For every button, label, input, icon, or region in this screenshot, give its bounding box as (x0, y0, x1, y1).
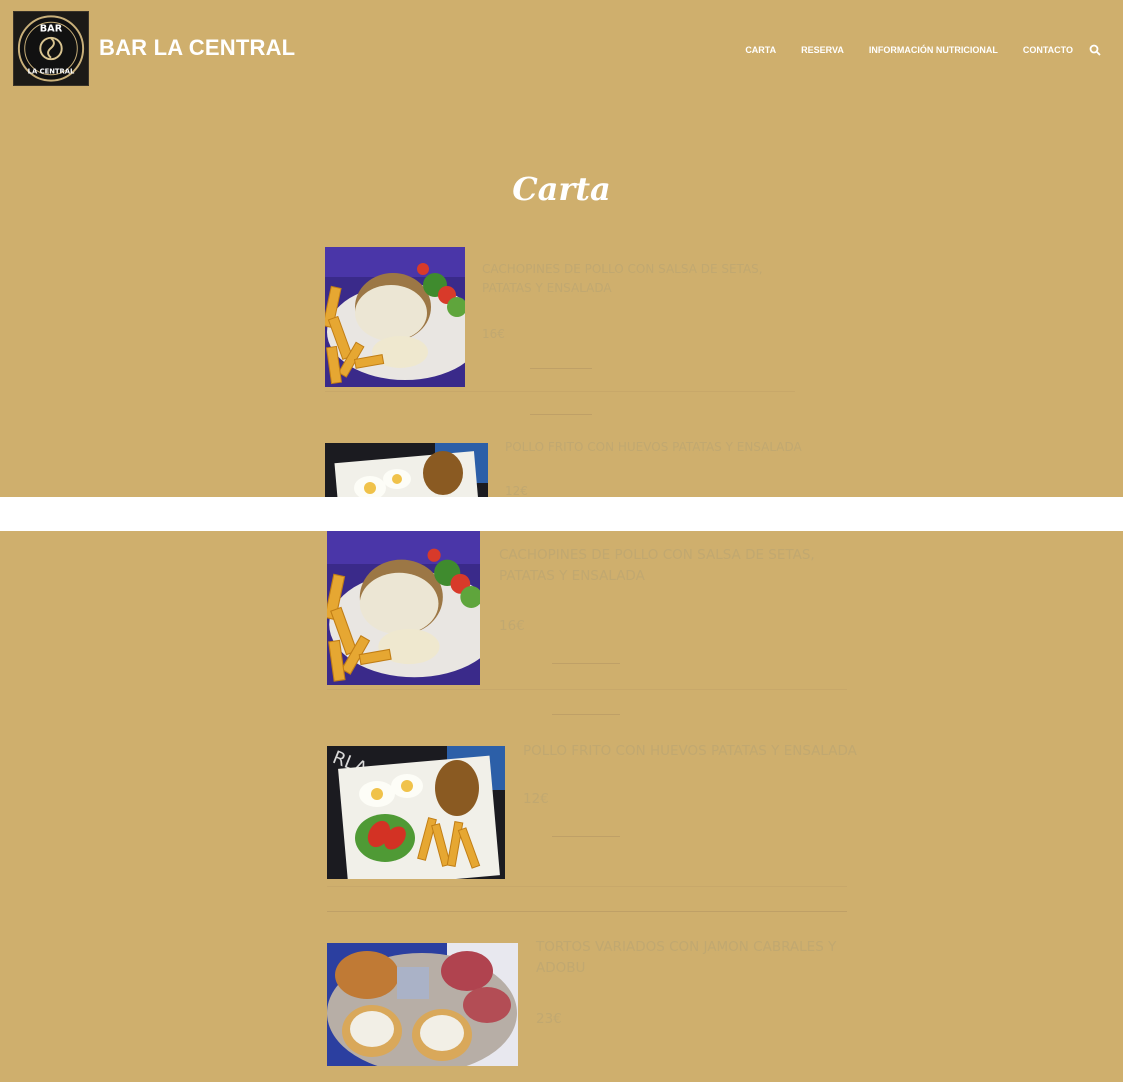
nav-contacto[interactable]: CONTACTO (1023, 45, 1073, 55)
menu-item-title-line: POLLO FRITO CON HUEVOS PATATAS Y ENSALAD… (505, 440, 802, 454)
bottom-screenshot: CACHOPINES DE POLLO CON SALSA DE SETAS, … (0, 531, 1123, 1082)
menu-item-title: POLLO FRITO CON HUEVOS PATATAS Y ENSALAD… (523, 741, 857, 762)
nav-carta[interactable]: CARTA (745, 45, 776, 55)
menu-item-title-line: CACHOPINES DE POLLO CON SALSA DE SETAS, (482, 262, 763, 276)
cachopines-photo (327, 531, 480, 685)
bar-la-central-logo[interactable]: BAR LA CENTRAL (13, 11, 89, 86)
menu-item-title: CACHOPINES DE POLLO CON SALSA DE SETAS, … (499, 545, 815, 587)
menu-item-title: CACHOPINES DE POLLO CON SALSA DE SETAS, … (482, 260, 763, 297)
top-screenshot: BAR LA CENTRAL BAR LA CENTRAL CARTA RESE… (0, 0, 1123, 497)
pollo-frito-photo: RLA (327, 746, 505, 879)
menu-item-price: 16€ (482, 327, 505, 341)
divider (327, 689, 847, 690)
main-nav: CARTA RESERVA INFORMACIÓN NUTRICIONAL CO… (720, 44, 1101, 56)
menu-item-title: POLLO FRITO CON HUEVOS PATATAS Y ENSALAD… (505, 438, 802, 457)
pollo-frito-photo (325, 443, 488, 497)
menu-item-price: 23€ (536, 1011, 562, 1027)
menu-item-title-line: POLLO FRITO CON HUEVOS PATATAS Y ENSALAD… (523, 743, 857, 759)
divider (327, 886, 847, 887)
logo-text-bottom: LA CENTRAL (28, 67, 75, 75)
search-icon[interactable] (1089, 44, 1101, 56)
menu-item-title-line: ADOBU (536, 959, 586, 976)
separator (530, 368, 592, 369)
menu-item-title-line: CACHOPINES DE POLLO CON SALSA DE SETAS, (499, 547, 815, 563)
logo-text-top: BAR (40, 23, 63, 34)
menu-item-title: TORTOS VARIADOS CON JAMON CABRALES Y ADO… (536, 937, 836, 979)
menu-item-price: 12€ (523, 791, 549, 807)
menu-item-title-line: PATATAS Y ENSALADA (499, 567, 645, 584)
separator (552, 836, 620, 837)
menu-item-price: 12€ (505, 484, 528, 497)
separator (552, 663, 620, 664)
page-title: Carta (512, 170, 611, 208)
nav-informacion-nutricional[interactable]: INFORMACIÓN NUTRICIONAL (869, 45, 998, 55)
separator (530, 414, 592, 415)
separator (552, 714, 620, 715)
menu-item-price: 16€ (499, 618, 525, 634)
separator (327, 911, 847, 912)
menu-item-title-line: PATATAS Y ENSALADA (482, 280, 612, 295)
cachopines-photo (325, 247, 465, 387)
tortos-photo (327, 943, 518, 1066)
divider (325, 391, 795, 392)
nav-reserva[interactable]: RESERVA (801, 45, 844, 55)
menu-item-title-line: TORTOS VARIADOS CON JAMON CABRALES Y (536, 939, 837, 955)
site-brand[interactable]: BAR LA CENTRAL (99, 35, 295, 61)
